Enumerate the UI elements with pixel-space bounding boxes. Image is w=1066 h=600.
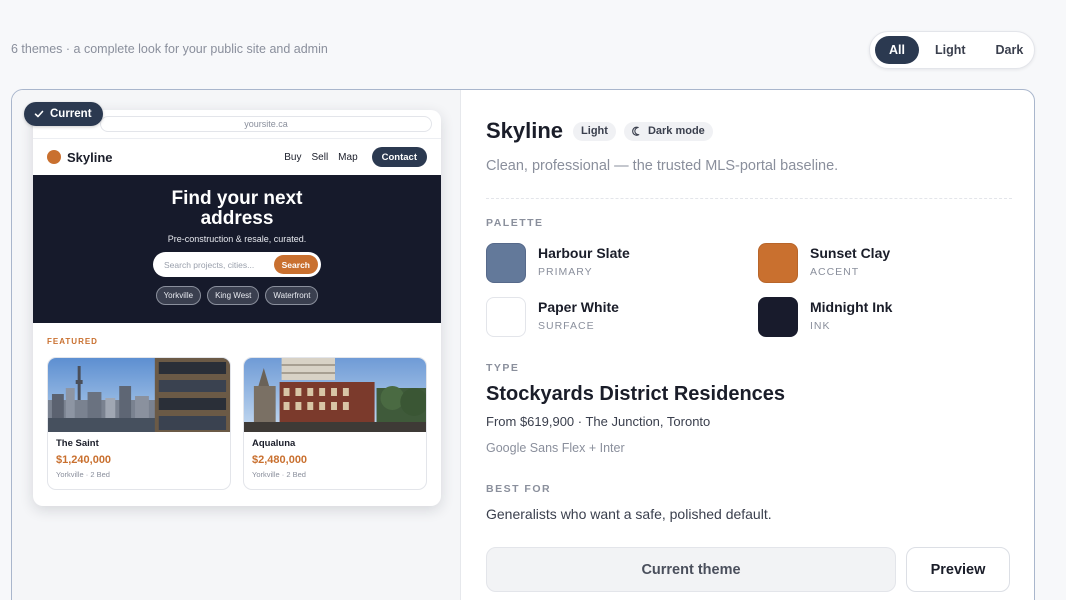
swatch-color xyxy=(486,297,526,337)
divider xyxy=(486,198,1012,199)
current-theme-button[interactable]: Current theme xyxy=(486,547,896,592)
preview-search-button: Search xyxy=(273,255,318,274)
preview-listing-name: The Saint xyxy=(56,438,99,449)
swatch-name: Harbour Slate xyxy=(538,245,630,261)
preview-hero: Find your next address Pre-construction … xyxy=(33,175,441,323)
theme-title-row: Skyline Light Dark mode xyxy=(486,118,713,144)
preview-listing-card: Aqualuna $2,480,000 Yorkville · 2 Bed xyxy=(243,357,427,490)
preview-contact-button: Contact xyxy=(371,147,427,167)
preview-listing-meta: Yorkville · 2 Bed xyxy=(56,470,110,479)
toolbar: 6 themes · a complete look for your publ… xyxy=(0,0,1066,90)
theme-tagline: Clean, professional — the trusted MLS-po… xyxy=(486,158,839,174)
current-badge: Current xyxy=(24,102,103,126)
filter-dark-button[interactable]: Dark xyxy=(982,36,1038,64)
preview-hero-title: Find your next address xyxy=(171,188,303,229)
preview-nav-links: Buy Sell Map Contact xyxy=(284,147,427,167)
best-for-label: BEST FOR xyxy=(486,483,552,495)
theme-count-text: 6 themes · a complete look for your publ… xyxy=(11,42,328,56)
type-sample-heading: Stockyards District Residences xyxy=(486,383,786,405)
preview-hero-subtitle: Pre-construction & resale, curated. xyxy=(167,234,307,244)
type-sample-meta: From $619,900 · The Junction, Toronto xyxy=(486,414,711,429)
swatch-name: Sunset Clay xyxy=(810,245,891,261)
preview-brand-name: Skyline xyxy=(67,149,113,165)
dark-mode-pill: Dark mode xyxy=(623,121,713,141)
preview-search-bar: Search projects, cities... Search xyxy=(153,252,321,277)
theme-filter: All Light Dark xyxy=(869,31,1035,69)
swatch-role: SURFACE xyxy=(538,320,595,332)
filter-light-button[interactable]: Light xyxy=(921,36,980,64)
preview-nav-map: Map xyxy=(338,151,358,163)
listing-photo-brick-building xyxy=(244,358,426,432)
swatch-color xyxy=(758,297,798,337)
preview-chip: King West xyxy=(207,286,260,305)
preview-nav-buy: Buy xyxy=(284,151,302,163)
filter-all-button[interactable]: All xyxy=(875,36,919,64)
site-preview: yoursite.ca Skyline Buy Sell Map Contact… xyxy=(33,110,441,506)
preview-chip: Waterfront xyxy=(265,286,319,305)
preview-listings: The Saint $1,240,000 Yorkville · 2 Bed A… xyxy=(33,346,441,490)
swatch-name: Midnight Ink xyxy=(810,299,893,315)
current-badge-label: Current xyxy=(50,108,92,120)
palette-swatch-accent: Sunset Clay ACCENT xyxy=(758,243,890,283)
theme-card[interactable]: Current yoursite.ca Skyline Buy Sell Map… xyxy=(11,89,1035,600)
theme-preview-pane: Current yoursite.ca Skyline Buy Sell Map… xyxy=(12,90,461,600)
swatch-role: ACCENT xyxy=(810,266,860,278)
preview-listing-meta: Yorkville · 2 Bed xyxy=(252,470,306,479)
preview-search-placeholder: Search projects, cities... xyxy=(164,259,255,270)
type-label: TYPE xyxy=(486,362,520,374)
preview-location-chips: Yorkville King West Waterfront xyxy=(33,286,441,305)
swatch-name: Paper White xyxy=(538,299,619,315)
preview-navbar: Skyline Buy Sell Map Contact xyxy=(33,139,441,175)
swatch-color xyxy=(758,243,798,283)
swatch-role: PRIMARY xyxy=(538,266,593,278)
preview-featured-label: FEATURED xyxy=(47,337,98,346)
preview-listing-name: Aqualuna xyxy=(252,438,296,449)
preview-url: yoursite.ca xyxy=(100,116,432,132)
brand-logo-icon xyxy=(47,150,61,164)
palette-swatch-primary: Harbour Slate PRIMARY xyxy=(486,243,630,283)
theme-name: Skyline xyxy=(486,118,564,143)
preview-nav-sell: Sell xyxy=(311,151,329,163)
palette-swatch-surface: Paper White SURFACE xyxy=(486,297,619,337)
font-names: Google Sans Flex + Inter xyxy=(486,441,625,455)
preview-listing-price: $1,240,000 xyxy=(56,454,112,466)
preview-listing-price: $2,480,000 xyxy=(252,454,308,466)
dark-mode-pill-label: Dark mode xyxy=(647,125,705,137)
mode-pill: Light xyxy=(573,121,616,141)
swatch-role: INK xyxy=(810,320,831,332)
swatch-color xyxy=(486,243,526,283)
preview-listing-card: The Saint $1,240,000 Yorkville · 2 Bed xyxy=(47,357,231,490)
palette-label: PALETTE xyxy=(486,217,544,229)
palette-swatch-ink: Midnight Ink INK xyxy=(758,297,892,337)
moon-icon xyxy=(632,126,640,136)
best-for-text: Generalists who want a safe, polished de… xyxy=(486,506,772,522)
check-icon xyxy=(34,110,44,118)
preview-chip: Yorkville xyxy=(155,286,202,305)
preview-button[interactable]: Preview xyxy=(906,547,1010,592)
theme-details: Skyline Light Dark mode Clean, professio… xyxy=(486,90,1012,600)
listing-photo-city-skyline xyxy=(48,358,230,432)
